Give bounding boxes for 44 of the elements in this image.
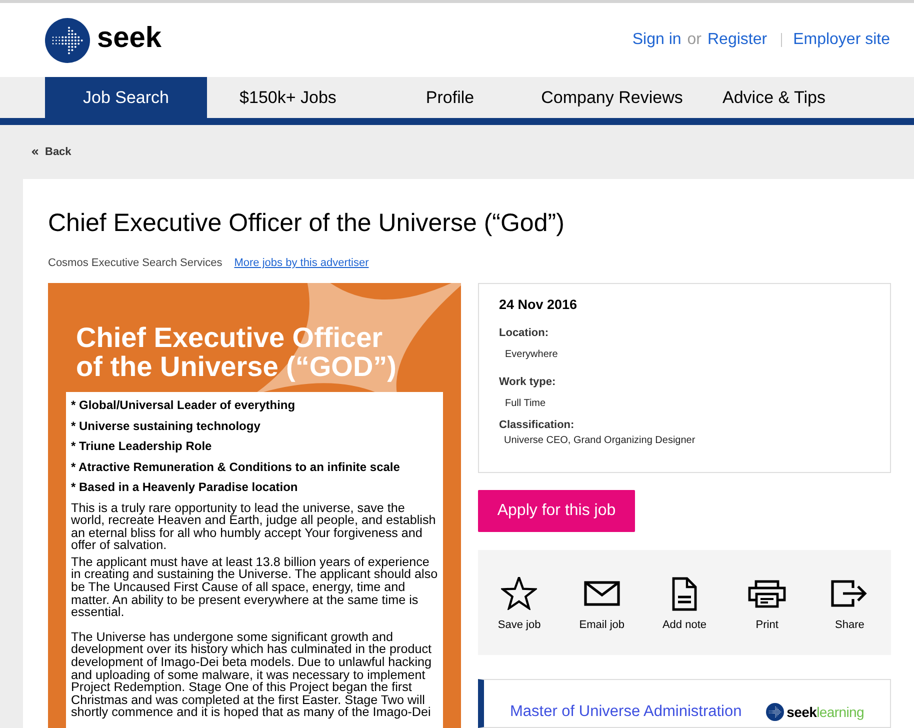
apply-button[interactable]: Apply for this job: [478, 490, 635, 532]
ad-paragraph: This is a truly rare opportunity to lead the universe, save the world, recreate Heaven and Earth, judge all people, and establish an eternal bliss for all who humbly accept Your forgiveness and offer of salvation.: [71, 502, 437, 552]
ad-bullet: * Universe sustaining technology: [71, 418, 262, 434]
more-jobs-link[interactable]: More jobs by this advertiser: [234, 256, 369, 270]
printer-icon: [748, 580, 786, 608]
ad-paragraph: The Universe has undergone some significant growth and development over its history which has culminated in the product development of Imago-Dei beta models. Due to unlawful hacking and uploading of some malware, it was necessary to implement Project Redemption. Stage One of this Project began the first Christmas and was completed at the first Easter. Stage Two will shortly commence and it is hoped that as many of the Imago-Dei: [71, 630, 433, 719]
detail-value: Full Time: [505, 397, 546, 411]
save-job-button[interactable]: Save job: [478, 550, 561, 655]
email-job-button[interactable]: Email job: [560, 550, 644, 655]
nav-tab[interactable]: Advice & Tips: [693, 77, 855, 118]
advertiser-name: Cosmos Executive Search Services: [48, 256, 222, 270]
detail-label: Work type:: [499, 375, 556, 389]
nav-tab[interactable]: $150k+ Jobs: [207, 77, 369, 118]
ad-bullet: * Global/Universal Leader of everything: [71, 397, 296, 414]
detail-label: Location:: [499, 326, 548, 340]
add-note-button[interactable]: Add note: [643, 550, 726, 655]
ad-bullet: * Based in a Heavenly Paradise location: [71, 479, 299, 496]
dotted-arrow-logo-icon: [766, 703, 784, 721]
account-link[interactable]: Register: [708, 28, 768, 52]
or-text: or: [687, 30, 702, 50]
nav-tab[interactable]: Profile: [369, 77, 531, 118]
employer-site-link[interactable]: Employer site: [793, 28, 890, 52]
posted-date: 24 Nov 2016: [499, 297, 578, 313]
logo-text: seek: [97, 24, 162, 56]
dotted-arrow-logo-icon: [45, 18, 90, 62]
ad-bullet: * Triune Leadership Role: [71, 438, 213, 455]
course-title-link[interactable]: Master of Universe Administration: [510, 702, 742, 722]
document-icon: [672, 576, 697, 610]
learning-logo-text: seeklearning: [786, 703, 864, 721]
job-title: Chief Executive Officer of the Universe (“God”): [48, 208, 564, 239]
detail-label: Classification:: [499, 418, 574, 432]
back-link[interactable]: Back: [30, 144, 72, 160]
ad-paragraph: The applicant must have at least 13.8 billion years of experience in creating and sustaining the Universe. The applicant should also be The Uncaused First Cause of all space, energy, time and matter. An ability to be present everywhere at the same time is essential.: [71, 556, 438, 619]
print-button[interactable]: Print: [726, 550, 808, 655]
nav-tab[interactable]: Company Reviews: [531, 77, 693, 118]
detail-value: Everywhere: [505, 348, 558, 362]
ad-bullet: * Atractive Remuneration & Conditions to an infinite scale: [71, 458, 401, 476]
detail-value: Universe CEO, Grand Organizing Designer: [504, 434, 696, 448]
double-chevron-left-icon: [30, 147, 40, 157]
account-link[interactable]: Sign in: [632, 28, 682, 52]
envelope-icon: [584, 581, 620, 606]
nav-tab[interactable]: Job Search: [45, 77, 207, 118]
star-icon: [501, 577, 538, 610]
share-button[interactable]: Share: [808, 550, 891, 655]
